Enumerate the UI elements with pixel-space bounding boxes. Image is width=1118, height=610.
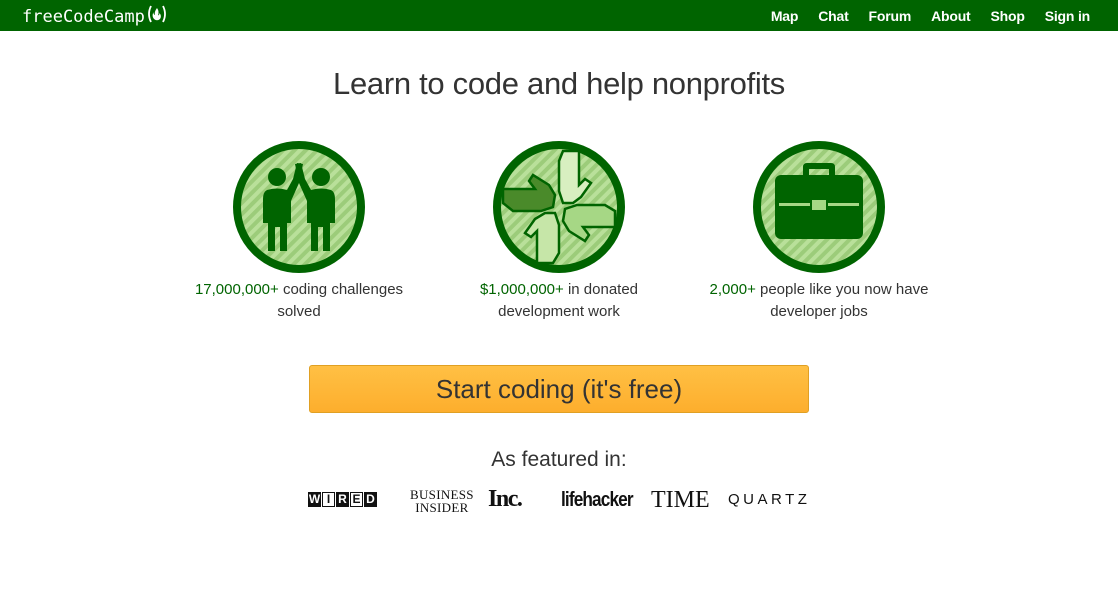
hands-icon [493, 141, 625, 273]
feature-caption: $1,000,000+ in donated development work [429, 279, 689, 323]
wired-logo: W I R E D [308, 492, 377, 507]
brand-logo-link[interactable]: freeCodeCamp [22, 4, 168, 29]
feature-developer-jobs: 2,000+ people like you now have develope… [689, 141, 949, 323]
fire-icon [146, 4, 168, 29]
feature-stat: 2,000+ [709, 281, 756, 298]
feature-challenges: 17,000,000+ coding challenges solved [169, 141, 429, 323]
wired-letter: I [322, 492, 335, 507]
wired-letter: E [350, 492, 363, 507]
feature-text-line2: developer jobs [770, 303, 868, 320]
page-headline: Learn to code and help nonprofits [333, 66, 785, 101]
business-insider-line2: INSIDER [415, 500, 469, 515]
feature-caption: 17,000,000+ coding challenges solved [169, 279, 429, 323]
wired-letter: R [336, 492, 349, 507]
nav-link-map[interactable]: Map [771, 8, 799, 24]
nav-link-about[interactable]: About [931, 8, 971, 24]
feature-stat: $1,000,000+ [479, 281, 564, 298]
brand-name: freeCodeCamp [22, 6, 145, 27]
feature-stat: 17,000,000+ [194, 281, 279, 298]
press-logos: W I R E D BUSINESS INSIDER Inc. lifehack… [300, 484, 820, 520]
time-logo: TIME [651, 487, 710, 513]
feature-text-line2: solved [277, 303, 321, 320]
feature-text: coding challenges [278, 281, 404, 298]
briefcase-icon [753, 141, 885, 273]
feature-caption: 2,000+ people like you now have develope… [689, 279, 949, 323]
nav-links: Map Chat Forum About Shop Sign in [771, 0, 1090, 31]
feature-text: in donated [563, 281, 639, 298]
quartz-logo: QUARTZ [728, 491, 811, 508]
nav-link-chat[interactable]: Chat [818, 8, 849, 24]
lifehacker-logo: lifehacker [561, 489, 634, 511]
feature-text-line2: development work [498, 303, 620, 320]
high-five-icon [233, 141, 365, 273]
wired-letter: W [308, 492, 321, 507]
wired-letter: D [364, 492, 377, 507]
inc-logo: Inc. [488, 486, 523, 512]
feature-donated-work: $1,000,000+ in donated development work [429, 141, 689, 323]
top-navbar: freeCodeCamp Map Chat Forum About Shop S… [0, 0, 1118, 31]
nav-link-shop[interactable]: Shop [991, 8, 1025, 24]
nav-link-sign-in[interactable]: Sign in [1045, 8, 1090, 24]
feature-text: people like you now have [755, 281, 929, 298]
nav-link-forum[interactable]: Forum [869, 8, 912, 24]
start-coding-button[interactable]: Start coding (it's free) [309, 365, 809, 413]
featured-in-title: As featured in: [491, 448, 627, 471]
business-insider-logo: BUSINESS INSIDER [410, 488, 474, 514]
